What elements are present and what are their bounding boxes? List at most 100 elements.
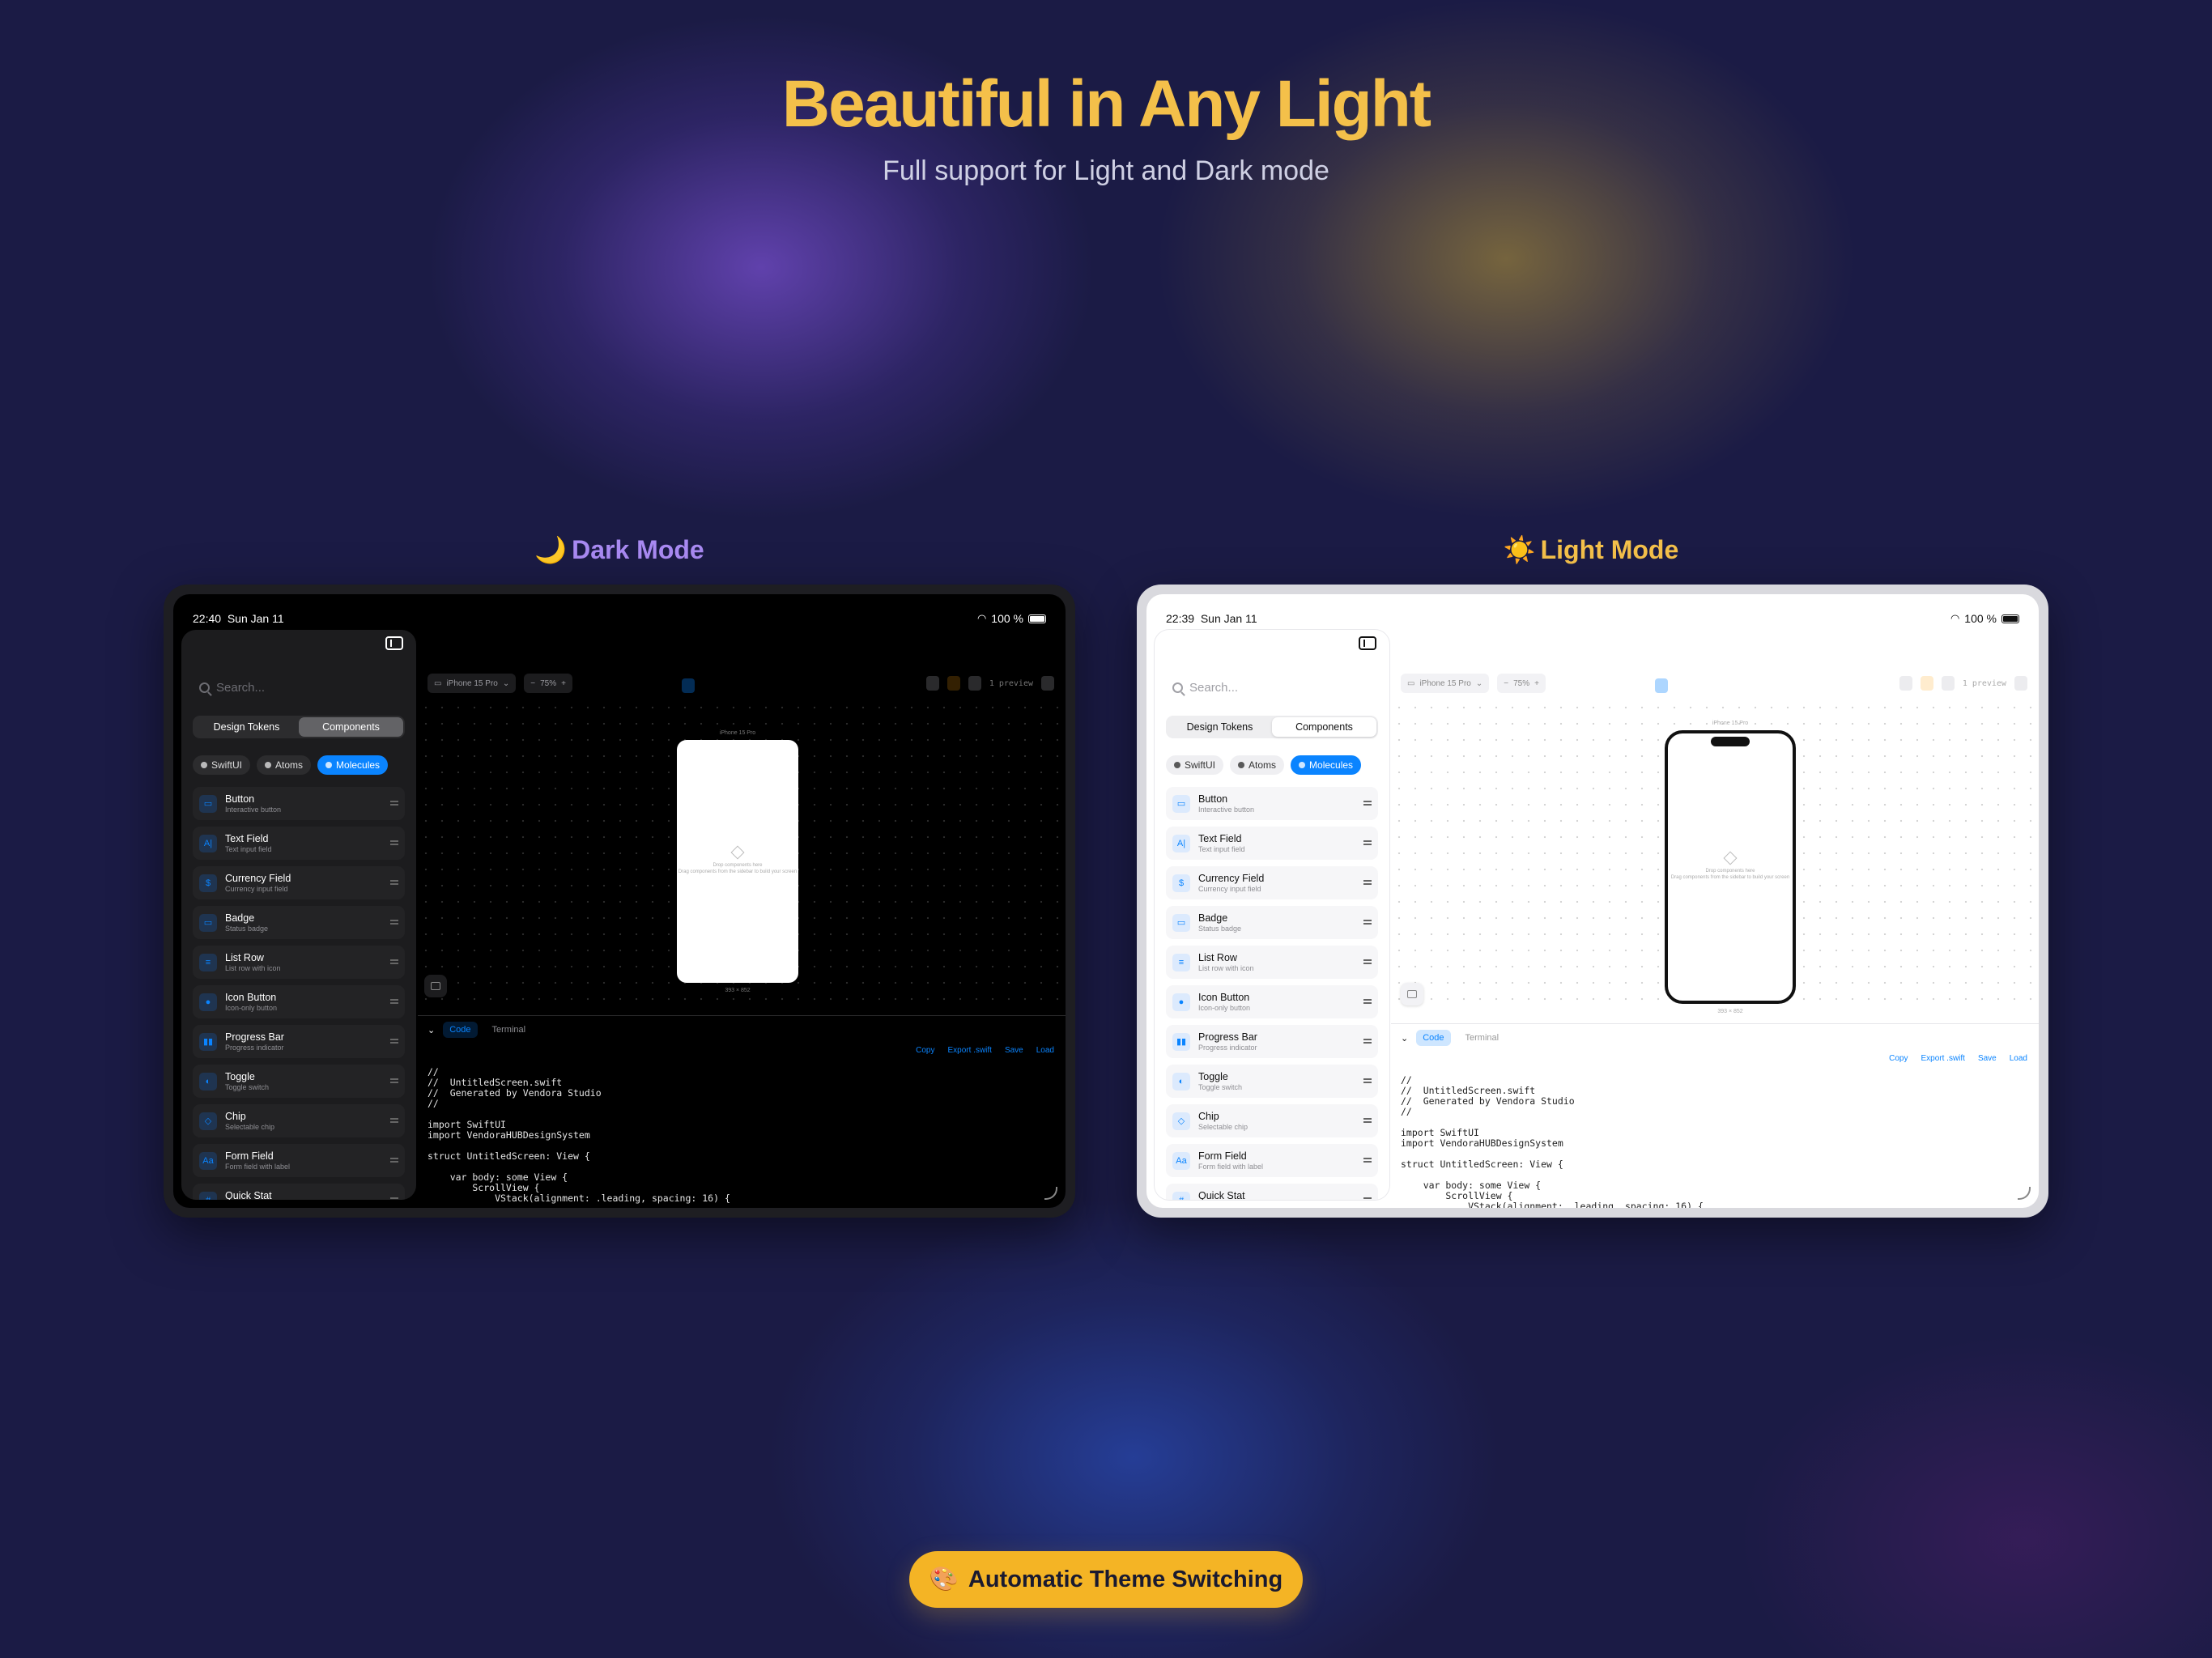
drag-handle-icon[interactable]: [1363, 801, 1372, 806]
resize-icon[interactable]: [2018, 1187, 2031, 1200]
list-item[interactable]: Aa Form Field Form field with label: [1166, 1144, 1378, 1177]
list-item[interactable]: Aa Form Field Form field with label: [193, 1144, 405, 1177]
drag-handle-icon[interactable]: [390, 999, 398, 1004]
drag-handle-icon[interactable]: [390, 1158, 398, 1163]
drag-handle-icon[interactable]: [390, 920, 398, 925]
list-item[interactable]: ▭ Button Interactive button: [193, 787, 405, 820]
drag-handle-icon[interactable]: [390, 1118, 398, 1123]
action-save-button[interactable]: Save: [1005, 1046, 1023, 1055]
zoom-in-button[interactable]: +: [1534, 679, 1539, 688]
device-picker[interactable]: ▭ iPhone 15 Pro ⌄: [1401, 674, 1490, 693]
portrait-icon[interactable]: [925, 676, 939, 691]
list-item[interactable]: #Quick StatQuick statistic display: [1166, 1184, 1378, 1200]
tab-code[interactable]: Code: [1416, 1030, 1451, 1046]
list-item[interactable]: ◇ Chip Selectable chip: [193, 1104, 405, 1137]
appearance-icon[interactable]: [946, 676, 960, 691]
chip-swiftui[interactable]: SwiftUI: [1166, 755, 1224, 775]
chip-atoms[interactable]: Atoms: [257, 755, 312, 775]
panel-toggle-button[interactable]: [1401, 983, 1423, 1005]
drag-handle-icon[interactable]: [390, 959, 398, 964]
list-item[interactable]: ▮▮ Progress Bar Progress indicator: [1166, 1025, 1378, 1058]
appearance-icon[interactable]: [1920, 676, 1933, 691]
theme-switching-button[interactable]: 🎨 Automatic Theme Switching: [909, 1551, 1303, 1608]
list-item[interactable]: ● Icon Button Icon-only button: [1166, 985, 1378, 1018]
drag-handle-icon[interactable]: [1363, 1158, 1372, 1163]
divider: [1391, 1023, 2039, 1024]
drag-handle-icon[interactable]: [1363, 1039, 1372, 1044]
list-item[interactable]: ◐ Toggle Toggle switch: [1166, 1065, 1378, 1098]
list-item[interactable]: ● Icon Button Icon-only button: [193, 985, 405, 1018]
drag-handle-icon[interactable]: [1363, 1078, 1372, 1083]
sidebar: Search... Design Tokens Components SwiftUI A…: [181, 630, 416, 1200]
zoom-out-button[interactable]: −: [1504, 679, 1508, 688]
drag-handle-icon[interactable]: [1363, 840, 1372, 845]
list-item[interactable]: $ Currency Field Currency input field: [193, 866, 405, 899]
drag-handle-icon[interactable]: [1363, 959, 1372, 964]
landscape-icon[interactable]: [968, 676, 981, 691]
search-input[interactable]: Search...: [1166, 675, 1378, 699]
sidebar-toggle-icon[interactable]: [385, 636, 403, 650]
drag-handle-icon[interactable]: [390, 801, 398, 806]
drag-handle-icon[interactable]: [1363, 999, 1372, 1004]
list-item[interactable]: ▮▮ Progress Bar Progress indicator: [193, 1025, 405, 1058]
action-copy-button[interactable]: Copy: [916, 1046, 934, 1055]
action-load-button[interactable]: Load: [1036, 1046, 1054, 1055]
list-item[interactable]: A| Text Field Text input field: [1166, 827, 1378, 860]
list-item[interactable]: #Quick StatQuick statistic display: [193, 1184, 405, 1200]
resize-icon[interactable]: [1044, 1187, 1057, 1200]
segment-design-tokens[interactable]: Design Tokens: [194, 717, 299, 737]
zoom-in-button[interactable]: +: [561, 679, 566, 688]
action-copy-button[interactable]: Copy: [1889, 1054, 1908, 1063]
chip-molecules[interactable]: Molecules: [317, 755, 389, 775]
list-item[interactable]: $ Currency Field Currency input field: [1166, 866, 1378, 899]
drag-handle-icon[interactable]: [1363, 920, 1372, 925]
action-exportswift-button[interactable]: Export .swift: [947, 1046, 991, 1055]
action-load-button[interactable]: Load: [2010, 1054, 2027, 1063]
drag-handle-icon[interactable]: [1363, 1197, 1372, 1200]
chip-atoms[interactable]: Atoms: [1230, 755, 1285, 775]
code-editor[interactable]: // // UntitledScreen.swift // Generated …: [428, 1067, 1054, 1208]
chip-swiftui[interactable]: SwiftUI: [193, 755, 251, 775]
inspector-icon[interactable]: [1041, 676, 1054, 691]
list-item[interactable]: ◐ Toggle Toggle switch: [193, 1065, 405, 1098]
item-subtitle: Toggle switch: [225, 1082, 270, 1091]
phone-preview[interactable]: Drop components here Drag components from…: [677, 740, 798, 983]
segment-components[interactable]: Components: [1272, 717, 1376, 737]
search-input[interactable]: Search...: [193, 675, 405, 699]
tab-terminal[interactable]: Terminal: [1459, 1030, 1506, 1046]
portrait-icon[interactable]: [1899, 676, 1912, 691]
drag-handle-icon[interactable]: [390, 1197, 398, 1200]
list-item[interactable]: ▭ Badge Status badge: [1166, 906, 1378, 939]
collapse-icon[interactable]: ⌄: [1401, 1033, 1408, 1044]
code-toggle-icon[interactable]: [682, 678, 695, 693]
zoom-out-button[interactable]: −: [530, 679, 535, 688]
device-picker[interactable]: ▭ iPhone 15 Pro ⌄: [428, 674, 517, 693]
list-item[interactable]: ≡ List Row List row with icon: [1166, 946, 1378, 979]
inspector-icon[interactable]: [2014, 676, 2027, 691]
landscape-icon[interactable]: [1941, 676, 1955, 691]
action-exportswift-button[interactable]: Export .swift: [1921, 1054, 1964, 1063]
list-item[interactable]: ▭ Button Interactive button: [1166, 787, 1378, 820]
code-toggle-icon[interactable]: [1655, 678, 1668, 693]
drag-handle-icon[interactable]: [1363, 880, 1372, 885]
list-item[interactable]: ▭ Badge Status badge: [193, 906, 405, 939]
drag-handle-icon[interactable]: [390, 880, 398, 885]
tab-terminal[interactable]: Terminal: [486, 1022, 533, 1038]
code-editor[interactable]: // // UntitledScreen.swift // Generated …: [1401, 1075, 2027, 1208]
drag-handle-icon[interactable]: [390, 840, 398, 845]
sidebar-toggle-icon[interactable]: [1359, 636, 1376, 650]
action-save-button[interactable]: Save: [1978, 1054, 1997, 1063]
collapse-icon[interactable]: ⌄: [428, 1025, 435, 1035]
tab-code[interactable]: Code: [443, 1022, 478, 1038]
list-item[interactable]: ≡ List Row List row with icon: [193, 946, 405, 979]
segment-components[interactable]: Components: [299, 717, 403, 737]
drag-handle-icon[interactable]: [390, 1039, 398, 1044]
list-item[interactable]: ◇ Chip Selectable chip: [1166, 1104, 1378, 1137]
phone-preview[interactable]: Drop components here Drag components from…: [1665, 730, 1796, 1004]
drag-handle-icon[interactable]: [390, 1078, 398, 1083]
segment-design-tokens[interactable]: Design Tokens: [1168, 717, 1272, 737]
panel-toggle-button[interactable]: [424, 975, 447, 997]
chip-molecules[interactable]: Molecules: [1291, 755, 1362, 775]
drag-handle-icon[interactable]: [1363, 1118, 1372, 1123]
list-item[interactable]: A| Text Field Text input field: [193, 827, 405, 860]
